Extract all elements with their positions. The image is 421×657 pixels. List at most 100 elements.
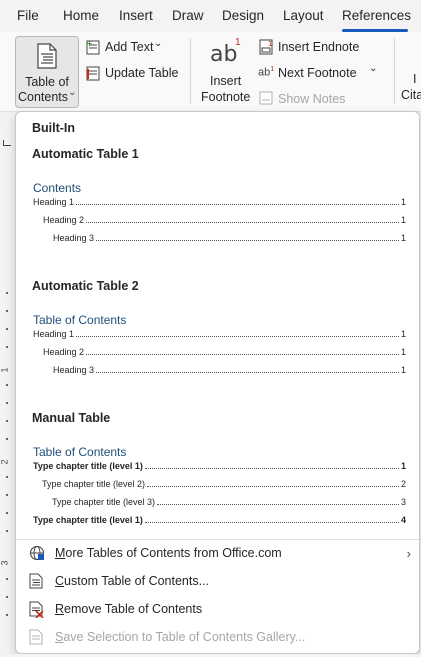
- preview-line-text: Type chapter title (level 2): [42, 479, 146, 489]
- tab-layout[interactable]: Layout: [283, 8, 324, 23]
- toc-gallery-automatic-table-2[interactable]: Automatic Table 2 Table of Contents Head…: [16, 272, 419, 384]
- footnote-icon: ab: [210, 42, 238, 67]
- remove-toc-icon: [29, 601, 44, 618]
- ruler-tick: [6, 328, 8, 330]
- preview-line-text: Heading 3: [53, 233, 95, 243]
- preview-line-page: 1: [400, 365, 406, 375]
- preview-line: Heading 1 1: [33, 329, 406, 339]
- insert-footnote-button[interactable]: ab 1 Insert Footnote: [200, 36, 252, 108]
- toc-caret-icon: ⌄: [68, 87, 77, 98]
- update-table-button[interactable]: Update Table: [105, 66, 178, 80]
- save-selection-icon: [29, 629, 43, 645]
- gallery-name: Automatic Table 1: [32, 147, 139, 161]
- preview-line: Type chapter title (level 1) 4: [33, 515, 406, 525]
- remove-toc-button[interactable]: Remove Table of Contents: [16, 596, 419, 624]
- preview-line-text: Type chapter title (level 3): [52, 497, 156, 507]
- custom-toc-label: Custom Table of Contents...: [55, 574, 210, 588]
- ribbon-tab-bar: File Home Insert Draw Design Layout Refe…: [0, 0, 421, 32]
- preview-line: Heading 3 1: [53, 233, 406, 243]
- preview-line-text: Heading 3: [53, 365, 95, 375]
- ruler-tick: [6, 384, 8, 386]
- ruler-tick: [6, 310, 8, 312]
- ruler-tick: [6, 512, 8, 514]
- preview-line-page: 3: [400, 497, 406, 507]
- preview-line-page: 1: [400, 197, 406, 207]
- builtin-heading: Built-In: [32, 121, 76, 135]
- insert-citation-label-cut-2[interactable]: Cita: [401, 88, 421, 102]
- ruler-tick: [6, 346, 8, 348]
- add-text-caret-icon[interactable]: ⌄: [154, 38, 162, 49]
- ruler-tick: [6, 420, 8, 422]
- table-of-contents-button[interactable]: Table of Contents ⌄: [15, 36, 79, 108]
- toc-document-icon: [29, 573, 43, 589]
- add-text-icon: +: [86, 40, 100, 55]
- tab-stop-marker-icon: [3, 140, 11, 146]
- preview-line: Heading 1 1: [33, 197, 406, 207]
- save-selection-to-gallery-button[interactable]: Save Selection to Table of Contents Gall…: [16, 624, 419, 652]
- more-tocs-label: More Tables of Contents from Office.com: [55, 546, 282, 560]
- toc-gallery-automatic-table-1[interactable]: Automatic Table 1 Contents Heading 1 1 He…: [16, 140, 419, 252]
- preview-line: Type chapter title (level 2) 2: [42, 479, 406, 489]
- preview-line-page: 4: [400, 515, 406, 525]
- preview-line-page: 1: [400, 347, 406, 357]
- insert-citation-label-cut-1[interactable]: I: [413, 72, 416, 86]
- preview-line-text: Heading 1: [33, 329, 75, 339]
- preview-line-text: Heading 1: [33, 197, 75, 207]
- tab-file[interactable]: File: [17, 8, 39, 23]
- globe-icon: [29, 545, 45, 561]
- preview-line-page: 2: [400, 479, 406, 489]
- svg-text:+: +: [86, 40, 93, 48]
- custom-toc-button[interactable]: Custom Table of Contents...: [16, 568, 419, 596]
- insert-endnote-button[interactable]: Insert Endnote: [278, 40, 359, 54]
- ruler-number: 3: [0, 560, 10, 566]
- ribbon-group-separator: [394, 38, 395, 104]
- preview-line-page: 1: [400, 461, 406, 471]
- toc-gallery-manual-table[interactable]: Manual Table Table of Contents Type chap…: [16, 404, 419, 534]
- footnote-superscript: 1: [235, 37, 241, 48]
- preview-line-text: Type chapter title (level 1): [33, 461, 143, 471]
- tab-insert[interactable]: Insert: [119, 8, 153, 23]
- add-text-button[interactable]: Add Text: [105, 40, 153, 54]
- gallery-name: Automatic Table 2: [32, 279, 139, 293]
- ruler-tick: [6, 402, 8, 404]
- ruler-tick: [6, 438, 8, 440]
- insert-endnote-icon: 1: [259, 39, 273, 55]
- svg-text:1: 1: [268, 40, 272, 48]
- ruler-tick: [6, 530, 8, 532]
- preview-line-text: Type chapter title (level 1): [33, 515, 143, 525]
- preview-line: Heading 2 1: [43, 215, 406, 225]
- next-footnote-caret-icon[interactable]: ⌄: [369, 63, 377, 74]
- preview-line-page: 1: [400, 233, 406, 243]
- ruler-tick: [6, 476, 8, 478]
- tab-design[interactable]: Design: [222, 8, 264, 23]
- preview-line-page: 1: [400, 329, 406, 339]
- table-of-contents-menu: Built-In Automatic Table 1 Contents Head…: [15, 111, 420, 654]
- ruler-tick: [6, 596, 8, 598]
- ruler-number: 2: [0, 459, 10, 465]
- references-ribbon: Table of Contents ⌄ + Add Text ⌄ Update …: [0, 32, 421, 112]
- preview-line-text: Heading 2: [43, 215, 85, 225]
- insert-footnote-label-1: Insert: [210, 74, 242, 88]
- gallery-name: Manual Table: [32, 411, 111, 425]
- show-notes-button[interactable]: Show Notes: [278, 92, 345, 106]
- ribbon-group-separator: [190, 38, 191, 104]
- next-footnote-button[interactable]: Next Footnote: [278, 66, 357, 80]
- preview-line: Heading 3 1: [53, 365, 406, 375]
- preview-line-text: Heading 2: [43, 347, 85, 357]
- show-notes-icon: [259, 91, 273, 105]
- preview-title: Table of Contents: [33, 445, 127, 459]
- ruler-number: 1: [0, 367, 10, 373]
- more-tocs-from-office-button[interactable]: More Tables of Contents from Office.com …: [16, 540, 419, 568]
- tab-references[interactable]: References: [342, 8, 411, 23]
- ruler-tick: [6, 494, 8, 496]
- toc-label-line2: Contents: [17, 90, 69, 104]
- preview-line: Type chapter title (level 1) 1: [33, 461, 406, 471]
- preview-line: Heading 2 1: [43, 347, 406, 357]
- tab-home[interactable]: Home: [63, 8, 99, 23]
- save-selection-label: Save Selection to Table of Contents Gall…: [55, 630, 306, 644]
- preview-line-page: 1: [400, 215, 406, 225]
- ruler-tick: [6, 578, 8, 580]
- ruler-tick: [6, 614, 8, 616]
- tab-draw[interactable]: Draw: [172, 8, 204, 23]
- remove-toc-label: Remove Table of Contents: [55, 602, 203, 616]
